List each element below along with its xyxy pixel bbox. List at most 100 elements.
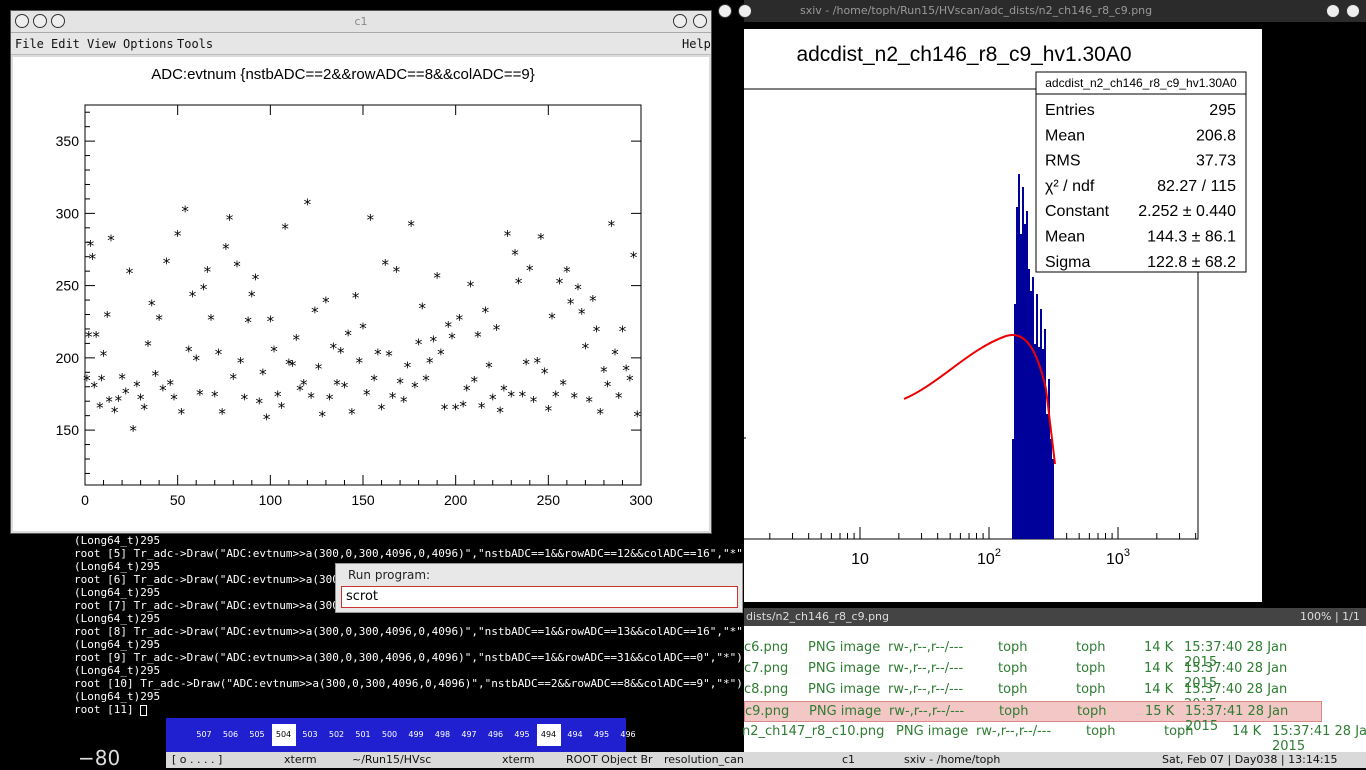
close-window-icon[interactable] — [1346, 4, 1360, 18]
file-row[interactable]: c9.png PNG image rw-,r--,r--/--- toph toph 15… — [744, 701, 1322, 734]
close-window-icon[interactable] — [693, 14, 707, 28]
terminal-line: root [10] Tr_adc->Draw("ADC:evtnum>>a(30… — [74, 677, 743, 690]
background-cell: 503 — [302, 730, 318, 739]
terminal[interactable]: (Long64_t)295 root [5] Tr_adc->Draw("ADC:… — [72, 534, 744, 718]
file-row[interactable]: n2_ch147_r8_c10.png PNG image rw-,r--,r--/… — [742, 722, 1366, 754]
taskbar-item[interactable]: xterm — [284, 753, 317, 766]
data-point: * — [604, 377, 612, 395]
data-point: * — [630, 249, 638, 267]
histogram-bar — [1050, 439, 1052, 539]
file-user: toph — [1086, 724, 1116, 739]
data-point: * — [519, 387, 527, 405]
data-point: * — [129, 422, 137, 440]
menu-view[interactable]: View — [87, 37, 116, 51]
taskbar-item[interactable]: sxiv - /home/toph — [904, 753, 1000, 766]
stats-value: 2.252 ± 0.440 — [1138, 203, 1236, 220]
taskbar-item[interactable]: resolution_can — [664, 753, 744, 766]
window-button-icon[interactable] — [1326, 4, 1340, 18]
scatter-canvas[interactable]: ADC:evtnum {nstbADC==2&&rowADC==8&&colAD… — [13, 57, 709, 531]
file-name: c6.png — [744, 640, 789, 655]
file-row[interactable]: c6.png PNG image rw-,r--,r--/--- toph toph 14… — [744, 638, 1322, 670]
background-cell: 505 — [249, 730, 265, 739]
background-axis-label: −80 — [78, 746, 121, 770]
data-point: * — [315, 360, 323, 378]
data-point: * — [608, 217, 616, 235]
taskbar-item[interactable]: xterm — [502, 753, 535, 766]
data-point: * — [337, 344, 345, 362]
data-point: * — [341, 379, 349, 397]
menu-help[interactable]: Help — [682, 37, 711, 51]
window-button-icon[interactable] — [718, 4, 732, 18]
data-point: * — [233, 257, 241, 275]
file-size: 15 K — [1145, 704, 1175, 719]
taskbar-item[interactable]: [ o . . . . ] — [172, 753, 222, 766]
background-cell: 500 — [381, 730, 398, 739]
taskbar-item[interactable]: ROOT Object Br — [566, 753, 653, 766]
file-group: toph — [1164, 724, 1194, 739]
file-user: toph — [998, 640, 1028, 655]
taskbar-item[interactable]: c1 — [842, 753, 855, 766]
data-point: * — [411, 379, 419, 397]
data-point: * — [163, 254, 171, 272]
data-point: * — [441, 400, 449, 418]
stats-label: χ² / ndf — [1045, 178, 1095, 195]
file-group: toph — [1076, 640, 1106, 655]
histogram-bar — [1032, 277, 1034, 539]
file-perm: rw-,r--,r--/--- — [888, 682, 964, 697]
data-point: * — [385, 347, 393, 365]
background-cell: 495 — [514, 730, 530, 739]
data-point: * — [426, 354, 434, 372]
data-point: * — [456, 311, 464, 329]
run-program-input[interactable]: scrot — [341, 586, 738, 608]
menu-file[interactable]: File — [15, 37, 44, 51]
data-point: * — [582, 340, 590, 358]
file-row[interactable]: c8.png PNG image rw-,r--,r--/--- toph toph 14… — [744, 680, 1322, 712]
file-row[interactable]: c7.png PNG image rw-,r--,r--/--- toph toph 14… — [744, 659, 1322, 691]
window-button-icon[interactable] — [738, 4, 752, 18]
data-point: * — [619, 322, 627, 340]
data-point: * — [241, 390, 249, 408]
data-point: * — [574, 280, 582, 298]
data-point: * — [422, 372, 430, 390]
data-point: * — [482, 304, 490, 322]
data-point: * — [504, 227, 512, 245]
data-point: * — [474, 328, 482, 346]
data-point: * — [378, 400, 386, 418]
data-point: * — [374, 346, 382, 364]
run-program-label: Run program: — [348, 568, 431, 582]
menu-edit[interactable]: Edit — [51, 37, 80, 51]
stats-value: 206.8 — [1196, 127, 1236, 144]
window-titlebar[interactable]: c1 — [11, 11, 711, 33]
data-point: * — [508, 387, 516, 405]
histogram-bar — [1038, 347, 1040, 539]
data-point: * — [370, 372, 378, 390]
histogram-bar — [1022, 187, 1024, 539]
data-point: * — [404, 359, 412, 377]
file-perm: rw-,r--,r--/--- — [976, 724, 1052, 739]
sxiv-titlebar[interactable]: sxiv - /home/toph/Run15/HVscan/adc_dists… — [718, 0, 1366, 22]
data-point: * — [419, 299, 427, 317]
histogram-bar — [1030, 291, 1032, 539]
background-cell: 501 — [355, 730, 371, 739]
menu-tools[interactable]: Tools — [177, 37, 213, 51]
x-tick-label: 100 — [259, 492, 283, 508]
data-point: * — [548, 309, 556, 327]
stats-label: RMS — [1045, 153, 1081, 170]
histogram-bar — [1036, 294, 1038, 539]
data-point: * — [596, 405, 604, 423]
data-point: * — [541, 364, 549, 382]
taskbar-item[interactable]: ~/Run15/HVsc — [352, 753, 431, 766]
sxiv-window: sxiv - /home/toph/Run15/HVscan/adc_dists… — [718, 0, 1366, 612]
data-point: * — [155, 311, 163, 329]
background-cell: 498 — [434, 730, 451, 739]
histogram-plot: adcdist_n2_ch146_r8_c9_hv1.30A0 10 102 103 a… — [739, 43, 1247, 568]
menu-options[interactable]: Options — [123, 37, 174, 51]
x-tick-label: 250 — [537, 492, 561, 508]
file-type: PNG image — [808, 640, 881, 655]
background-cells: 507 506 505 504 503 502 501 500 499 498 497 496 495 4… — [166, 718, 636, 752]
data-point: * — [530, 393, 538, 411]
data-point: * — [467, 278, 475, 296]
data-point: * — [270, 343, 278, 361]
file-user: toph — [998, 682, 1028, 697]
window-button-icon[interactable] — [673, 14, 687, 28]
